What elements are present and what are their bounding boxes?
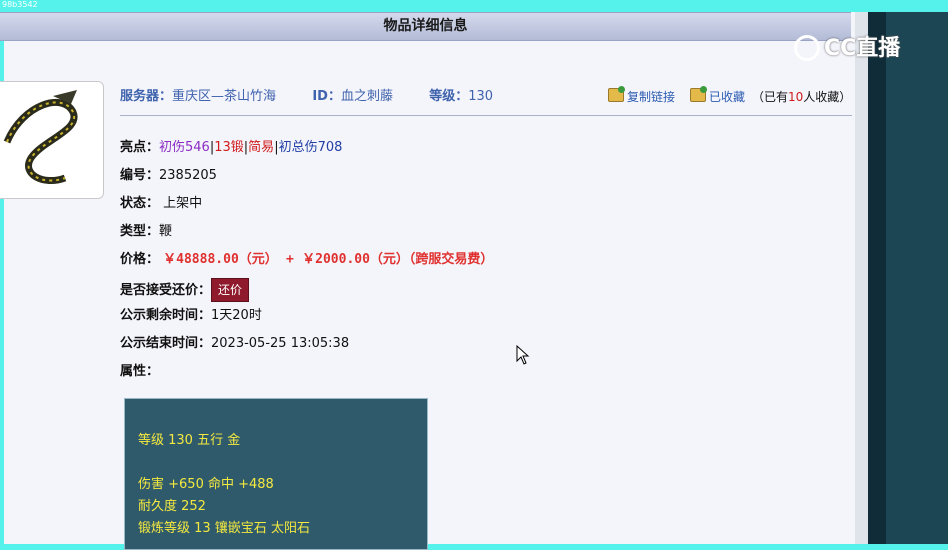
end-time-row: 公示结束时间：2023-05-25 13:05:38 (120, 336, 350, 351)
attr-line: 锻炼等级 13 镶嵌宝石 太阳石 (138, 521, 310, 536)
favorited-button[interactable]: 已收藏 (690, 86, 745, 107)
counter-offer-row: 是否接受还价： 还价 (120, 278, 250, 302)
highlights-row: 亮点：初伤546|13锻|简易|初总伤708 (120, 140, 343, 155)
id-value: 血之刺藤 (340, 89, 393, 104)
type-row: 类型：鞭 (120, 224, 173, 239)
status-row: 状态： 上架中 (120, 196, 203, 211)
right-column (868, 12, 948, 544)
attr-line: 耐久度 252 (138, 499, 206, 514)
whip-image-icon (3, 90, 78, 185)
copy-link-button[interactable]: 复制链接 (608, 86, 675, 107)
page-title: 物品详细信息 (0, 12, 851, 41)
top-tiny-text: 98b3542 (2, 0, 38, 9)
favorite-icon (690, 86, 707, 102)
level-label: 等级： (429, 89, 469, 104)
remaining-time-row: 公示剩余时间：1天20时 (120, 308, 262, 323)
header-divider (120, 115, 852, 116)
attributes-box: 等级 130 五行 金 伤害 +650 命中 +488 耐久度 252 锻炼等级… (124, 398, 428, 550)
attributes-label: 属性： (120, 364, 160, 379)
price-row: 价格： ￥48888.00（元） + ￥2000.00（元）（跨服交易费） (120, 252, 494, 267)
attr-line: 等级 130 五行 金 (138, 433, 241, 448)
vertical-scrollbar[interactable] (855, 12, 868, 544)
top-strip: 98b3542 (0, 0, 948, 12)
price-fee: ￥2000.00（元）（跨服交易费） (302, 252, 494, 267)
cc-live-logo: CC直播 (794, 30, 900, 62)
id-label: ID： (312, 89, 341, 104)
price-main: ￥48888.00（元） (163, 252, 278, 267)
copy-link-icon (608, 86, 625, 102)
number-row: 编号：2385205 (120, 168, 217, 183)
attr-line: 伤害 +650 命中 +488 (138, 477, 274, 492)
level-value: 130 (468, 89, 494, 104)
server-label: 服务器： (120, 89, 173, 104)
item-thumbnail (0, 81, 104, 199)
cc-logo-icon (794, 35, 820, 61)
favorite-count: （已有10人收藏） (752, 90, 852, 104)
mouse-cursor-icon (516, 345, 530, 365)
server-value: 重庆区—茶山竹海 (172, 89, 277, 104)
counter-offer-button[interactable]: 还价 (211, 278, 250, 302)
